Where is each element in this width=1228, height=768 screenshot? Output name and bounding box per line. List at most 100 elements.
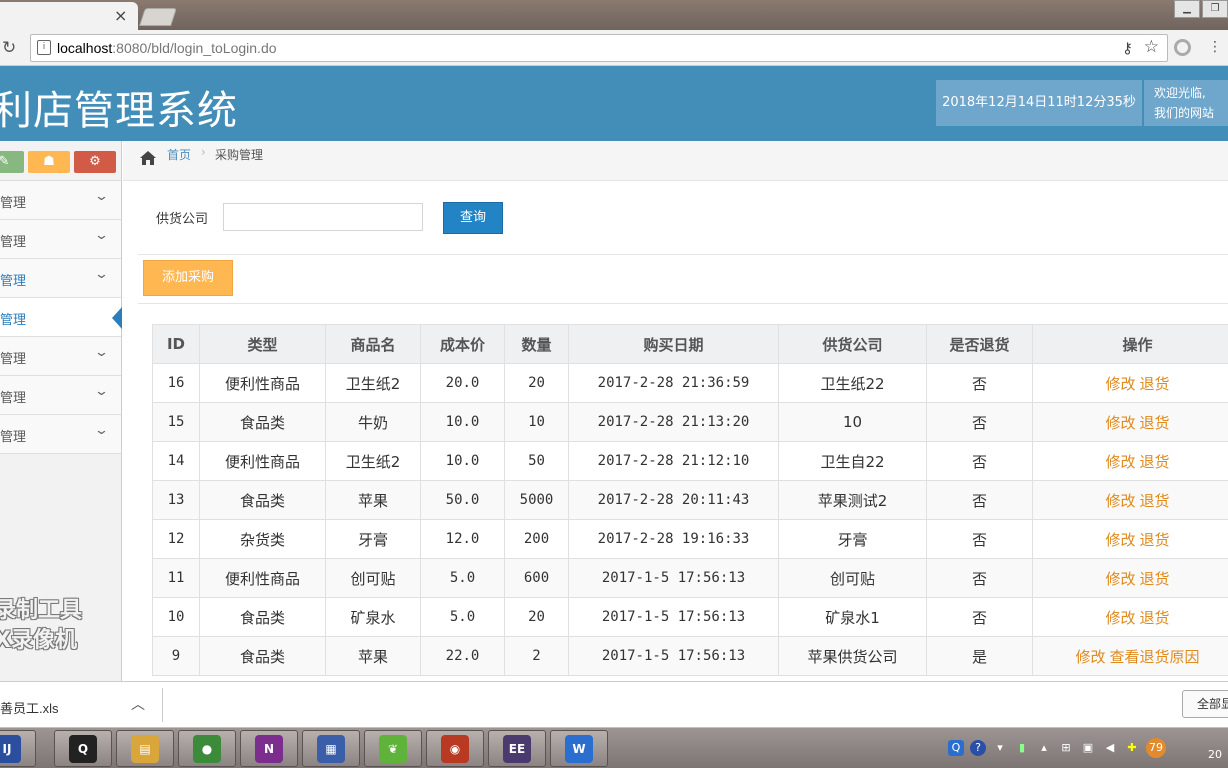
show-hidden-icons-icon[interactable]: ▴ — [1036, 740, 1052, 756]
download-bar: 善员工.xls ︿ 全部显 — [0, 681, 1228, 727]
chevron-down-icon: ⌄ — [93, 189, 110, 204]
taskbar-app-button[interactable]: ◉ — [426, 730, 484, 767]
cogs-icon[interactable]: ⚙ — [74, 151, 116, 173]
welcome-line-2: 我们的网站 — [1154, 106, 1215, 120]
address-bar[interactable]: i localhost:8080/bld/login_toLogin.do ⚷ … — [30, 34, 1168, 62]
column-header[interactable]: 成本价 — [420, 324, 505, 364]
cell-id: 10 — [152, 597, 200, 637]
qq-tray-icon[interactable]: Q — [948, 740, 964, 756]
edit-link[interactable]: 修改 — [1105, 414, 1135, 432]
sidebar-item-2[interactable]: 管理 ⌄ — [0, 220, 121, 259]
cell-actions: 修改 退货 — [1032, 441, 1228, 481]
restore-icon[interactable]: ❐ — [1202, 0, 1228, 18]
browser-menu-icon[interactable]: ⋮ — [1208, 39, 1222, 55]
taskbar-app-button[interactable]: ▦ — [302, 730, 360, 767]
taskbar-app-button[interactable]: W — [550, 730, 608, 767]
edit-link[interactable]: 修改 — [1105, 492, 1135, 510]
download-file-name[interactable]: 善员工.xls — [0, 698, 59, 717]
column-header[interactable]: 购买日期 — [568, 324, 779, 364]
column-header[interactable]: 数量 — [504, 324, 569, 364]
view-return-reason-link[interactable]: 查看退货原因 — [1110, 648, 1200, 666]
cell-date: 2017-1-5 17:56:13 — [568, 558, 779, 598]
supplier-search-label: 供货公司 — [156, 212, 209, 227]
cell-supplier: 苹果供货公司 — [778, 636, 927, 676]
url-text[interactable]: localhost:8080/bld/login_toLogin.do — [57, 40, 277, 56]
supplier-search-input[interactable] — [223, 203, 423, 231]
minimize-icon[interactable]: ▁ — [1174, 0, 1200, 18]
taskbar-app-button[interactable]: ❦ — [364, 730, 422, 767]
edit-link[interactable]: 修改 — [1105, 375, 1135, 393]
sidebar-item-5[interactable]: 管理 ⌄ — [0, 337, 121, 376]
edit-link[interactable]: 修改 — [1075, 648, 1105, 666]
taskbar-app-button[interactable]: IJ — [0, 730, 36, 767]
cell-returned: 否 — [926, 519, 1033, 559]
return-link[interactable]: 退货 — [1140, 492, 1170, 510]
pencil-icon[interactable]: ✎ — [0, 151, 24, 173]
return-link[interactable]: 退货 — [1140, 531, 1170, 549]
cell-qty: 10 — [504, 402, 569, 442]
cell-returned: 否 — [926, 558, 1033, 598]
taskbar-clock[interactable]: 20 — [1208, 748, 1222, 761]
bookmark-star-icon[interactable]: ☆ — [1144, 37, 1159, 57]
breadcrumb-home-link[interactable]: 首页 — [167, 146, 191, 163]
sidebar-item-purchase[interactable]: 管理 — [0, 298, 122, 337]
column-header[interactable]: 供货公司 — [778, 324, 927, 364]
edit-link[interactable]: 修改 — [1105, 453, 1135, 471]
volume-icon[interactable]: ◀ — [1102, 740, 1118, 756]
sidebar-item-3[interactable]: 管理 ⌄ — [0, 259, 121, 298]
taskbar-app-button[interactable]: N — [240, 730, 298, 767]
add-purchase-button[interactable]: 添加采购 — [143, 260, 233, 296]
reload-icon[interactable]: ↻ — [2, 38, 16, 58]
sidebar-item-7[interactable]: 管理 ⌄ — [0, 415, 121, 454]
column-header[interactable]: ID — [152, 324, 200, 364]
search-button[interactable]: 查询 — [443, 202, 503, 234]
column-header: 操作 — [1032, 324, 1228, 364]
close-tab-icon[interactable]: × — [114, 6, 127, 25]
cell-date: 2017-2-28 21:13:20 — [568, 402, 779, 442]
sidebar-item-1[interactable]: 管理 ⌄ — [0, 181, 121, 220]
dropdown-icon[interactable]: ▾ — [992, 740, 1008, 756]
new-tab-button[interactable] — [139, 8, 177, 26]
breadcrumb-separator: › — [201, 145, 206, 159]
taskbar-app-button[interactable]: ● — [178, 730, 236, 767]
shield-icon[interactable]: ✚ — [1124, 740, 1140, 756]
taskbar-app-button[interactable]: ▤ — [116, 730, 174, 767]
table-row: 14 便利性商品 卫生纸2 10.0 50 2017-2-28 21:12:10 卫生自22… — [152, 441, 1228, 481]
column-header[interactable]: 商品名 — [325, 324, 421, 364]
return-link[interactable]: 退货 — [1140, 453, 1170, 471]
users-icon[interactable]: ☗ — [28, 151, 70, 173]
cell-id: 14 — [152, 441, 200, 481]
device-icon[interactable]: ▣ — [1080, 740, 1096, 756]
cell-type: 食品类 — [199, 636, 326, 676]
table-row: 11 便利性商品 创可贴 5.0 600 2017-1-5 17:56:13 创可贴否修改退… — [152, 558, 1228, 598]
column-header[interactable]: 是否退货 — [926, 324, 1033, 364]
cell-qty: 200 — [504, 519, 569, 559]
edit-link[interactable]: 修改 — [1105, 609, 1135, 627]
browser-tab[interactable]: × — [0, 2, 138, 30]
java-ee-ide-icon: EE — [503, 734, 531, 763]
return-link[interactable]: 退货 — [1140, 609, 1170, 627]
network-icon[interactable]: ⊞ — [1058, 740, 1074, 756]
cell-returned: 否 — [926, 441, 1033, 481]
return-link[interactable]: 退货 — [1140, 570, 1170, 588]
home-icon[interactable] — [139, 150, 157, 166]
sidebar-item-6[interactable]: 管理 ⌄ — [0, 376, 121, 415]
cell-actions: 修改 退货 — [1032, 363, 1228, 403]
battery-icon[interactable]: ▮ — [1014, 740, 1030, 756]
edit-link[interactable]: 修改 — [1105, 531, 1135, 549]
chevron-up-icon[interactable]: ︿ — [131, 694, 145, 714]
key-icon[interactable]: ⚷ — [1122, 39, 1133, 57]
notification-badge[interactable]: 79 — [1146, 738, 1166, 758]
return-link[interactable]: 退货 — [1140, 414, 1170, 432]
column-header[interactable]: 类型 — [199, 324, 326, 364]
cell-qty: 50 — [504, 441, 569, 481]
help-icon[interactable]: ? — [970, 740, 986, 756]
edit-link[interactable]: 修改 — [1105, 570, 1135, 588]
taskbar-app-button[interactable]: Q — [54, 730, 112, 767]
show-all-downloads-button[interactable]: 全部显 — [1182, 690, 1228, 718]
extension-icon[interactable] — [1174, 39, 1191, 56]
return-link[interactable]: 退货 — [1140, 375, 1170, 393]
taskbar-app-button[interactable]: EE — [488, 730, 546, 767]
sidebar-item-label: 管理 — [0, 430, 27, 445]
cell-id: 13 — [152, 480, 200, 520]
